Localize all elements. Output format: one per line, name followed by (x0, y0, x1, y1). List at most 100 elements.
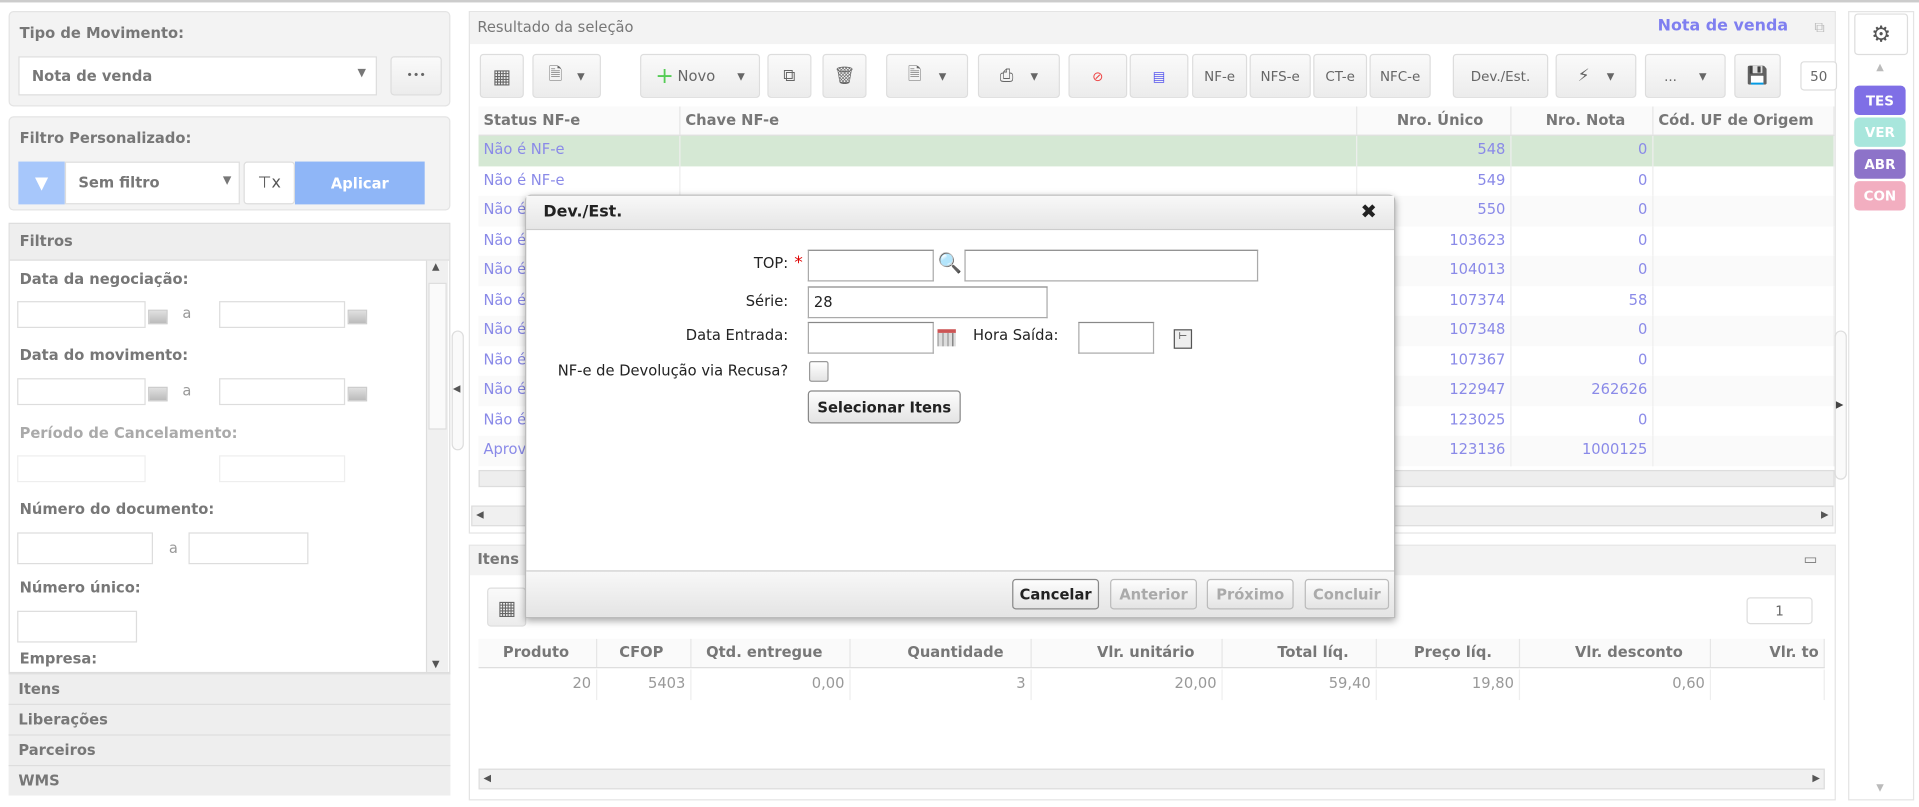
calendar-icon[interactable] (148, 386, 168, 402)
numero-unico-input[interactable] (17, 610, 138, 643)
cancel-doc-icon[interactable]: ⊘ (1068, 53, 1128, 98)
colors-icon[interactable]: ▤ (1129, 53, 1189, 98)
filtros-scrollbar[interactable]: ▲ ▼ (425, 260, 448, 672)
calendar-icon[interactable] (937, 329, 956, 347)
page-number[interactable]: 1 (1746, 597, 1813, 625)
tag-ver[interactable]: VER (1854, 117, 1906, 147)
table-cell: 20 (479, 669, 598, 700)
column-header[interactable]: Status NF-e (479, 106, 681, 135)
gear-icon[interactable]: ⚙ (1854, 13, 1909, 56)
accordion-itens[interactable]: Itens (8, 673, 451, 704)
range-separator: a (182, 304, 192, 322)
numero-documento-fim[interactable] (188, 532, 309, 565)
aplicar-button[interactable]: Aplicar (294, 161, 425, 205)
scroll-up-icon[interactable]: ▲ (1876, 61, 1884, 72)
grid-icon[interactable]: ▦ (479, 53, 524, 98)
tag-tes[interactable]: TES (1854, 85, 1906, 116)
data-negociacao-inicio[interactable] (17, 301, 146, 329)
column-header[interactable]: Nro. Nota (1512, 106, 1654, 135)
more-label: ... (1664, 67, 1677, 84)
duplicate-icon[interactable]: ⧉ (767, 53, 812, 98)
data-entrada-input[interactable] (807, 321, 934, 354)
cancelar-button[interactable]: Cancelar (1012, 578, 1100, 610)
search-icon[interactable]: 🔍 (938, 251, 962, 274)
column-header[interactable]: Qtd. entregue (692, 638, 851, 668)
novo-button[interactable]: + Novo ▼ (640, 53, 761, 98)
trash-icon[interactable]: 🗑 (822, 53, 867, 98)
more-actions-button[interactable]: ... ▼ (1644, 53, 1726, 98)
table-cell: 0,00 (692, 669, 851, 700)
clear-filter-icon[interactable]: ⊤x (243, 161, 295, 205)
column-header[interactable]: Nro. Único (1357, 106, 1512, 135)
tipo-movimento-select[interactable]: Nota de venda ▼ (18, 56, 377, 96)
collapse-right-icon[interactable]: ▶ (1834, 330, 1847, 480)
recusa-label: NF-e de Devolução via Recusa? (557, 362, 789, 380)
collapse-left-icon[interactable]: ◀ (451, 330, 464, 451)
save-icon[interactable]: 💾 (1734, 53, 1781, 98)
calendar-icon[interactable] (148, 309, 168, 325)
table-cell (1653, 405, 1835, 436)
table-row[interactable]: Não é NF-e 549 0 (478, 165, 1835, 196)
selecionar-itens-button[interactable]: Selecionar Itens (807, 390, 961, 424)
column-header[interactable]: Cód. UF de Origem (1653, 106, 1835, 135)
top-code-input[interactable] (807, 249, 934, 282)
data-movimento-fim[interactable] (219, 378, 346, 406)
horizontal-scrollbar[interactable]: ◀ ▶ (478, 768, 1825, 790)
column-header[interactable]: Vlr. to (1711, 638, 1825, 668)
tipo-movimento-label: Tipo de Movimento: (19, 24, 184, 42)
tipo-movimento-panel: Tipo de Movimento: Nota de venda ▼ ••• (8, 11, 451, 107)
filter-icon[interactable]: ▼ (18, 161, 65, 205)
close-icon[interactable]: ✖ (1360, 199, 1376, 222)
maximize-icon[interactable]: ▭ (1804, 551, 1818, 568)
hora-saida-input[interactable] (1078, 321, 1155, 354)
more-button[interactable]: ••• (390, 56, 442, 96)
accordion-parceiros[interactable]: Parceiros (8, 734, 451, 765)
attach-button[interactable]: 🗎 ▼ (886, 53, 969, 98)
scrollbar-thumb[interactable] (428, 282, 447, 430)
nfe-button[interactable]: NF-e (1192, 53, 1248, 98)
plus-icon: + (655, 63, 674, 89)
export-button[interactable]: 🗎 ▼ (532, 53, 601, 98)
column-header[interactable]: Quantidade (851, 638, 1032, 668)
page-size-field[interactable]: 50 (1800, 61, 1838, 91)
accordion-wms[interactable]: WMS (8, 764, 451, 796)
column-header[interactable]: CFOP (597, 638, 692, 668)
recusa-checkbox[interactable] (808, 361, 829, 382)
chevron-down-icon: ▼ (222, 175, 232, 188)
range-separator: a (168, 539, 178, 557)
tag-abr[interactable]: ABR (1854, 149, 1906, 179)
filtro-select[interactable]: Sem filtro ▼ (64, 161, 240, 205)
column-header[interactable]: Preço líq. (1377, 638, 1521, 668)
numero-documento-inicio[interactable] (17, 532, 153, 565)
clock-icon[interactable]: ⊢ (1173, 329, 1193, 349)
top-description-input[interactable] (964, 249, 1259, 282)
nfse-button[interactable]: NFS-e (1249, 53, 1311, 98)
column-header[interactable]: Produto (479, 638, 598, 668)
data-negociacao-fim[interactable] (219, 301, 346, 329)
column-header[interactable]: Vlr. desconto (1520, 638, 1712, 668)
calendar-icon[interactable] (347, 386, 368, 402)
accordion-liberacoes[interactable]: Liberações (8, 703, 451, 735)
calendar-icon[interactable] (347, 309, 368, 325)
print-button[interactable]: ⎙ ▼ (977, 53, 1060, 98)
serie-input[interactable]: 28 (807, 286, 1048, 319)
table-row[interactable]: 20 5403 0,00 3 20,00 59,40 19,80 0,60 (479, 669, 1825, 700)
cte-button[interactable]: CT-e (1313, 53, 1368, 98)
table-row[interactable]: Não é NF-e 548 0 (478, 135, 1835, 166)
filtros-header[interactable]: Filtros (9, 223, 450, 261)
column-header[interactable]: Total líq. (1223, 638, 1377, 668)
devest-button[interactable]: Dev./Est. (1452, 53, 1549, 98)
table-cell (1653, 315, 1835, 346)
scroll-down-icon[interactable]: ▼ (1876, 782, 1884, 793)
scroll-up-icon[interactable]: ▲ (432, 261, 440, 272)
column-header[interactable]: Vlr. unitário (1032, 638, 1223, 668)
column-header[interactable]: Chave NF-e (680, 106, 1358, 135)
copy-icon[interactable]: ⧉ (1814, 18, 1824, 36)
concluir-button: Concluir (1304, 578, 1390, 610)
tag-con[interactable]: CON (1854, 181, 1906, 211)
data-movimento-inicio[interactable] (17, 378, 146, 406)
grid-icon[interactable]: ▦ (487, 587, 527, 627)
nfce-button[interactable]: NFC-e (1369, 53, 1431, 98)
scroll-down-icon[interactable]: ▼ (432, 658, 440, 669)
actions-button[interactable]: ⚡ ▼ (1555, 53, 1637, 98)
